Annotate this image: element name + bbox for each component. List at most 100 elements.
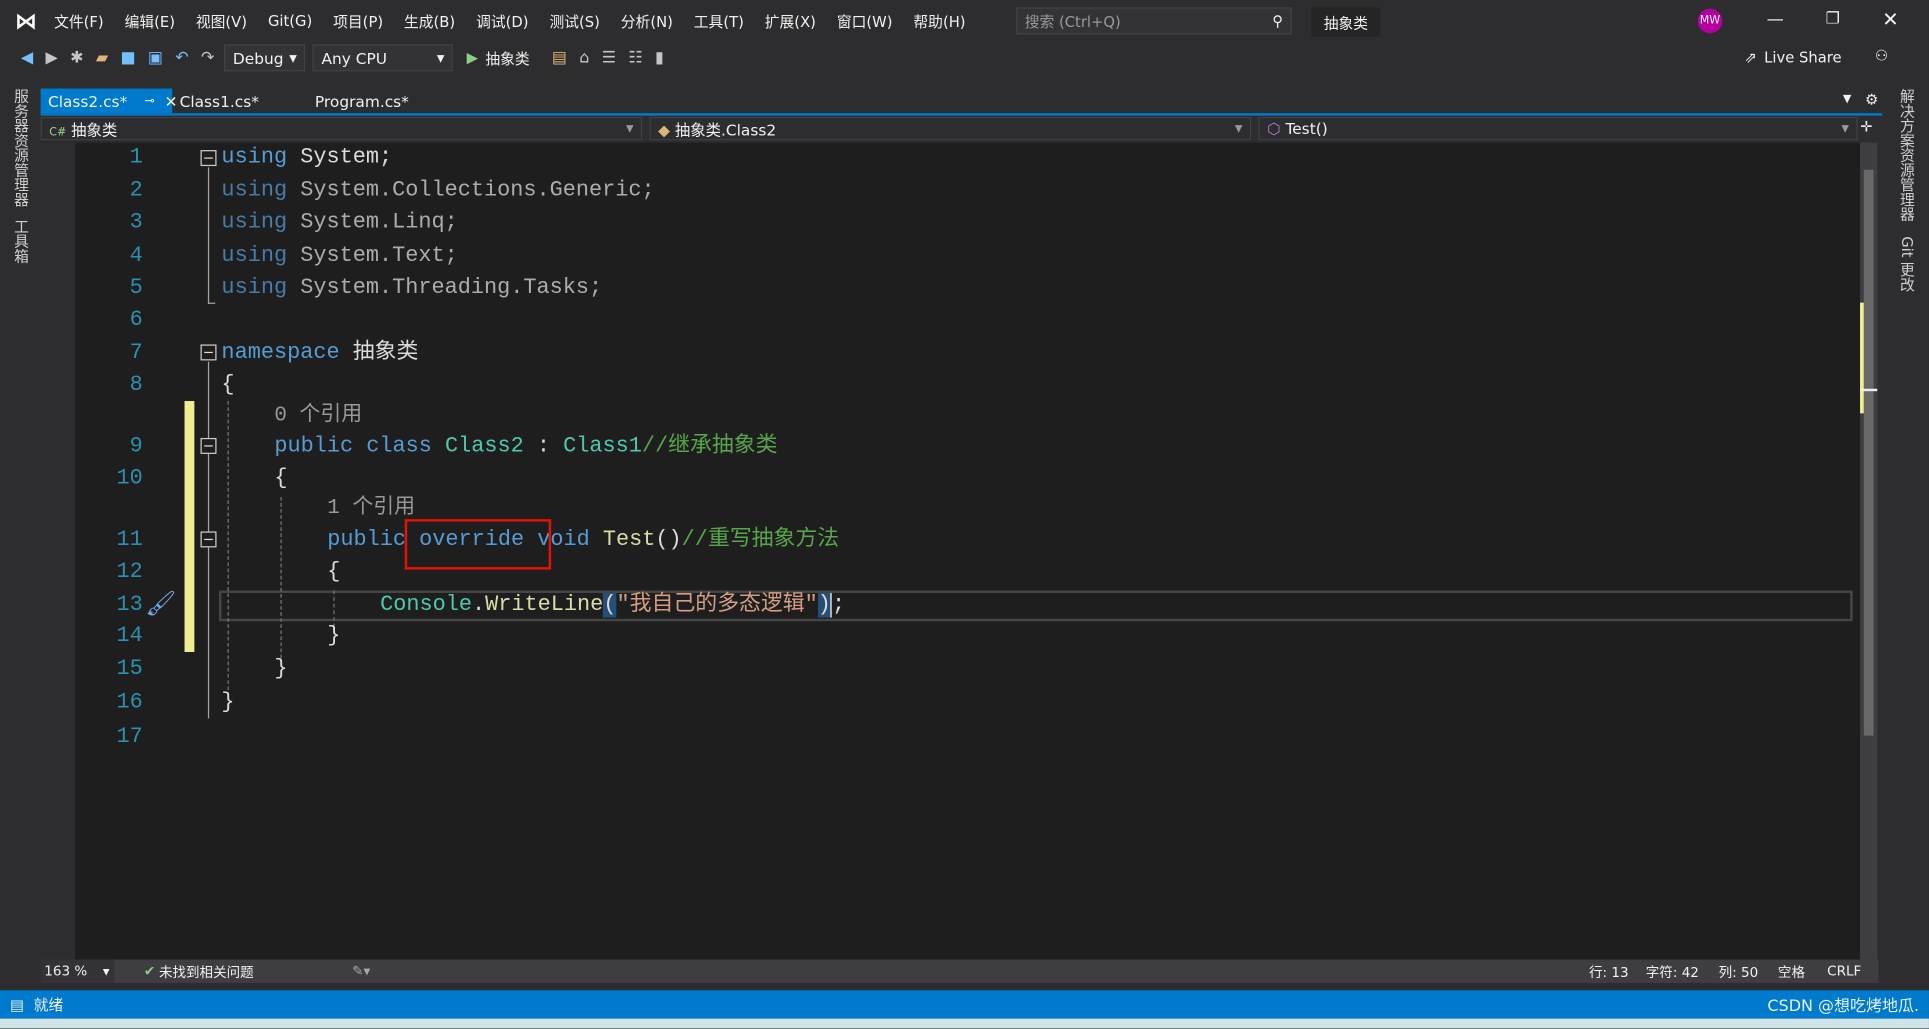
line-number: 4	[129, 243, 143, 269]
config-select[interactable]: Debug ▼	[224, 44, 306, 72]
tab-class2[interactable]: Class2.cs* ⊸ ✕	[40, 88, 178, 114]
check-icon: ✔	[143, 963, 156, 980]
left-sidebar: 服务器资源管理器 工具箱	[0, 84, 37, 945]
codelens-references[interactable]: 0 个引用	[274, 401, 362, 433]
whitespace-indicator[interactable]: 空格	[1778, 961, 1805, 981]
code-line: }	[327, 623, 341, 649]
tab-program[interactable]: Program.cs*	[308, 89, 417, 114]
menu-item[interactable]: 扩展(X)	[765, 10, 816, 31]
close-button[interactable]: ✕	[1882, 7, 1898, 30]
eol-indicator[interactable]: CRLF	[1827, 963, 1861, 979]
toolbox-tab[interactable]: 工具箱	[11, 219, 32, 263]
search-input[interactable]: 搜索 (Ctrl+Q) ⚲	[1016, 7, 1292, 35]
member-dropdown[interactable]: ⬡ Test() ▼	[1258, 116, 1858, 141]
menu-item[interactable]: 编辑(E)	[125, 10, 175, 31]
right-sidebar: 解决方案资源管理器 Git 更改	[1885, 84, 1927, 945]
menu-bar: 文件(F) 编辑(E) 视图(V) Git(G) 项目(P) 生成(B) 调试(D) 测试(S…	[54, 0, 986, 42]
tab-list-dropdown[interactable]: ▼	[1843, 93, 1852, 105]
split-icon[interactable]: ✛	[1860, 118, 1872, 135]
live-share-button[interactable]: ⇗ Live Share	[1744, 49, 1841, 66]
avatar[interactable]: MW	[1697, 8, 1723, 34]
line-number: 1	[129, 145, 143, 170]
status-bar: ▤ 就绪 CSDN @想吃烤地瓜.	[0, 990, 1929, 1019]
menu-item[interactable]: 窗口(W)	[837, 10, 893, 31]
solution-explorer-tab[interactable]: 解决方案资源管理器	[1897, 89, 1918, 222]
indent-icon[interactable]: ☰	[602, 49, 616, 67]
save-all-icon[interactable]: ▣	[148, 49, 163, 67]
codelens-references[interactable]: 1 个引用	[327, 493, 415, 525]
code-line: using System.Linq;	[221, 210, 458, 235]
code-line: using System.Text;	[221, 243, 458, 269]
zoom-value: 163 %	[44, 963, 88, 980]
run-icon[interactable]: ▶	[467, 49, 478, 66]
restore-button[interactable]: ❐	[1826, 10, 1840, 28]
csharp-icon: C#	[49, 126, 67, 140]
type-dropdown[interactable]: ◆ 抽象类.Class2 ▼	[649, 116, 1252, 141]
bookmark-icon[interactable]: ▮	[655, 49, 664, 67]
menu-item[interactable]: 工具(T)	[694, 10, 744, 31]
menu-item[interactable]: 视图(V)	[196, 10, 247, 31]
editor-status-bar: 163 % ▼ ✔ 未找到相关问题 ✎▾ 行: 13 字符: 42 列: 50 空…	[40, 959, 1879, 983]
comment-icon[interactable]: ☷	[628, 49, 642, 67]
minimize-button[interactable]: —	[1767, 10, 1784, 30]
feedback-icon[interactable]: ⚇	[1875, 47, 1888, 64]
scroll-thumb[interactable]	[1863, 169, 1874, 736]
menu-item[interactable]: 生成(B)	[404, 10, 455, 31]
settings-icon[interactable]: ⚙	[1865, 91, 1878, 108]
line-number: 9	[129, 434, 143, 459]
menu-item[interactable]: 文件(F)	[54, 10, 104, 31]
forward-icon[interactable]: ▶	[46, 49, 58, 67]
line-number: 10	[116, 466, 143, 491]
code-line: {	[274, 466, 288, 491]
pin-icon[interactable]: ⊸	[144, 94, 154, 108]
menu-item[interactable]: 调试(D)	[476, 10, 528, 31]
navigation-bar: C# 抽象类 ▼ ◆ 抽象类.Class2 ▼ ⬡ Test() ▼	[40, 116, 1862, 142]
menu-item[interactable]: Git(G)	[268, 12, 312, 29]
line-number: 12	[116, 559, 143, 585]
tab-class1[interactable]: Class1.cs*	[172, 89, 266, 114]
type-value: 抽象类.Class2	[674, 120, 777, 140]
collapse-icon[interactable]	[200, 150, 217, 167]
brush-icon[interactable]: ✎▾	[352, 963, 370, 979]
save-icon[interactable]: ■	[120, 49, 135, 67]
menu-item[interactable]: 项目(P)	[333, 10, 383, 31]
tab-label: Class1.cs*	[179, 91, 259, 111]
zoom-select[interactable]: 163 % ▼	[40, 959, 115, 983]
back-icon[interactable]: ◀	[21, 49, 33, 67]
collapse-icon[interactable]	[200, 531, 217, 548]
redo-icon[interactable]: ↷	[201, 49, 214, 67]
search-icon: ⚲	[1272, 12, 1284, 30]
issues-status[interactable]: 未找到相关问题	[159, 961, 254, 981]
quick-actions-icon[interactable]: 🖌	[145, 588, 176, 618]
open-icon[interactable]: ▰	[96, 49, 108, 67]
line-number: 13	[116, 592, 143, 618]
menu-item[interactable]: 测试(S)	[549, 10, 599, 31]
code-line: Console.WriteLine("我自己的多态逻辑");	[380, 592, 846, 618]
new-item-icon[interactable]: ✱	[70, 49, 83, 67]
line-number: 16	[116, 690, 143, 715]
line-number: 14	[116, 623, 143, 649]
collapse-icon[interactable]	[200, 437, 217, 454]
output-icon: ▤	[9, 995, 24, 1014]
line-number: 2	[129, 178, 143, 203]
line-number: 5	[129, 275, 143, 301]
line-number: 15	[116, 656, 143, 682]
method-icon: ⬡	[1267, 119, 1281, 138]
char-indicator: 字符: 42	[1645, 963, 1699, 980]
platform-select[interactable]: Any CPU ▼	[312, 44, 454, 72]
line-number: 11	[116, 527, 143, 553]
collapse-icon[interactable]	[200, 344, 217, 361]
menu-item[interactable]: 帮助(H)	[913, 10, 965, 31]
undo-icon[interactable]: ↶	[175, 49, 188, 67]
vertical-scrollbar[interactable]	[1860, 142, 1878, 960]
git-changes-tab[interactable]: Git 更改	[1897, 236, 1918, 292]
indent-guide	[227, 401, 229, 697]
project-dropdown[interactable]: C# 抽象类 ▼	[40, 116, 643, 141]
server-explorer-tab[interactable]: 服务器资源管理器	[11, 89, 32, 207]
find-files-icon[interactable]: ▤	[552, 49, 567, 67]
change-bar	[184, 401, 195, 653]
home-icon[interactable]: ⌂	[579, 49, 589, 67]
line-indicator: 行: 13	[1588, 963, 1629, 980]
run-button[interactable]: 抽象类	[485, 47, 529, 68]
menu-item[interactable]: 分析(N)	[621, 10, 673, 31]
